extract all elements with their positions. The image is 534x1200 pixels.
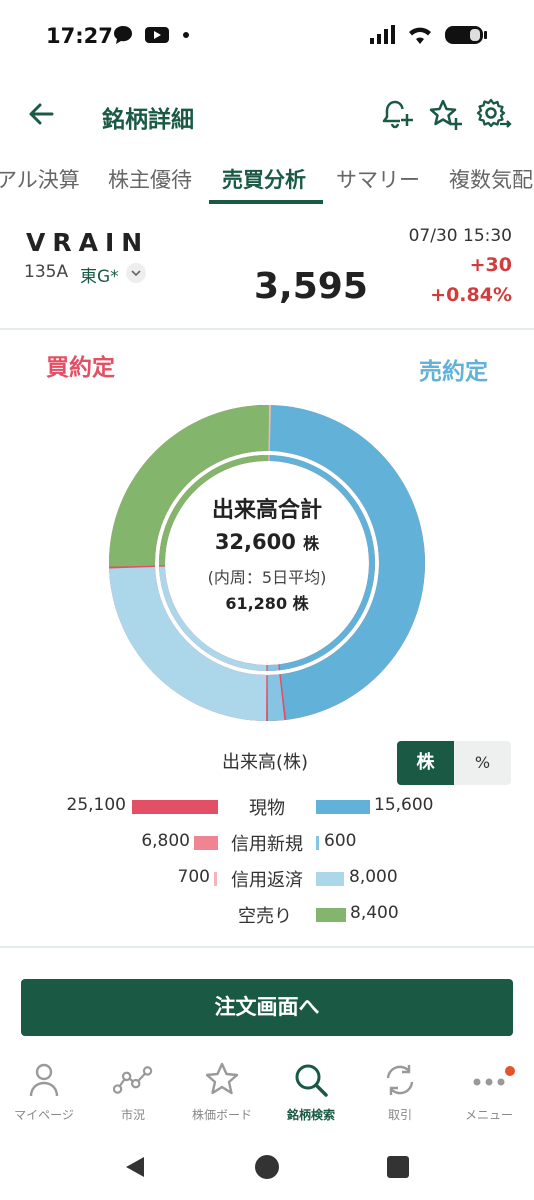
app-header: 銘柄詳細 (0, 90, 534, 140)
nav-label: 株価ボード (191, 1108, 252, 1122)
system-navigation-bar (0, 1138, 534, 1200)
bottom-navigation: マイページ 市況 株価ボード 銘柄検索 取引 メニュー (0, 1052, 534, 1136)
add-alert-bell-icon[interactable] (378, 96, 416, 134)
price-change-percent: +0.84% (430, 284, 512, 306)
donut-subtitle: (内周：5日平均) (207, 568, 327, 587)
buy-title: 買約定 (46, 355, 115, 381)
nav-label: 取引 (387, 1108, 412, 1122)
order-screen-button[interactable]: 注文画面へ (21, 979, 513, 1036)
stock-info: VRAIN 135A 東G* 3,595 07/30 15:30 +30 +0.… (0, 216, 534, 328)
market-selector[interactable]: 東G* (80, 262, 119, 287)
donut-total: 32,600 株 (0, 530, 534, 554)
average-value: 61,280 (225, 594, 288, 613)
nav-label: メニュー (464, 1108, 513, 1122)
donut-average: 61,280 株 (0, 590, 534, 614)
signal-icon (370, 25, 395, 44)
tab-earnings[interactable]: アル決算 (0, 164, 80, 194)
nav-market[interactable]: 市況 (89, 1060, 177, 1123)
market-chart-icon (113, 1066, 153, 1094)
status-bar: 17:27 (0, 0, 534, 76)
legend-sell-value: 15,600 (374, 795, 434, 815)
nav-mypage[interactable]: マイページ (0, 1060, 88, 1123)
sell-title: 売約定 (419, 359, 488, 385)
dot-icon (183, 32, 189, 38)
volume-donut-chart (109, 405, 425, 721)
home-circle-icon[interactable] (254, 1154, 280, 1180)
person-icon (29, 1063, 59, 1097)
total-unit: 株 (303, 534, 320, 553)
toggle-percent[interactable]: % (454, 741, 511, 785)
active-tab-indicator (209, 200, 323, 204)
legend-sell-bar (316, 800, 370, 814)
legend-sell-value: 8,400 (350, 903, 399, 923)
chevron-down-icon[interactable] (126, 263, 146, 283)
tab-trade-analysis[interactable]: 売買分析 (222, 164, 306, 194)
nav-menu[interactable]: メニュー (445, 1060, 533, 1123)
more-dots-icon (473, 1078, 505, 1086)
status-time: 17:27 (46, 24, 113, 48)
nav-stock-search[interactable]: 銘柄検索 (267, 1060, 355, 1123)
legend-name: 空売り (238, 906, 292, 927)
unit-toggle: 株 % (397, 741, 511, 785)
back-arrow-icon[interactable] (22, 94, 62, 134)
search-icon (295, 1064, 328, 1097)
donut-inner-sell-segment (267, 664, 279, 671)
stock-price: 3,595 (254, 266, 368, 307)
tab-summary[interactable]: サマリー (336, 164, 420, 194)
legend-row: 700 信用返済 8,000 (0, 866, 534, 894)
legend-name: 信用返済 (231, 870, 303, 891)
tab-bar: アル決算 株主優待 売買分析 サマリー 複数気配 (0, 158, 534, 204)
legend-name: 現物 (249, 798, 285, 819)
total-value: 32,600 (214, 530, 296, 554)
battery-icon (445, 26, 487, 44)
stock-code: 135A (24, 262, 69, 282)
nav-stock-board[interactable]: 株価ボード (178, 1060, 266, 1123)
tab-shareholder-benefits[interactable]: 株主優待 (108, 164, 192, 194)
add-favorite-star-icon[interactable] (426, 96, 464, 134)
legend-row: 25,100 現物 15,600 (0, 794, 534, 822)
toggle-shares[interactable]: 株 (397, 741, 454, 785)
page-title: 銘柄詳細 (102, 107, 194, 133)
legend-sell-bar (316, 836, 319, 850)
nav-label: 市況 (120, 1108, 145, 1122)
legend-sell-value: 8,000 (349, 867, 398, 887)
tab-multi-quotes[interactable]: 複数気配 (449, 164, 533, 194)
settings-gear-icon[interactable] (474, 96, 512, 134)
quote-datetime: 07/30 15:30 (408, 226, 512, 246)
legend-sell-bar (316, 908, 346, 922)
recents-square-icon[interactable] (386, 1155, 410, 1179)
notification-badge (505, 1066, 515, 1076)
legend-sell-bar (316, 872, 344, 886)
chat-bubble-icon (114, 26, 132, 44)
wifi-icon (409, 27, 431, 44)
volume-label: 出来高(株) (222, 752, 309, 773)
legend-row: 空売り 8,400 (0, 902, 534, 930)
donut-center-title: 出来高合計 (211, 498, 322, 523)
nav-label: 銘柄検索 (286, 1108, 335, 1122)
refresh-icon (386, 1065, 414, 1095)
average-unit: 株 (292, 594, 309, 613)
nav-trade[interactable]: 取引 (356, 1060, 444, 1123)
stock-name: VRAIN (26, 228, 150, 257)
youtube-icon (145, 27, 169, 43)
nav-label: マイページ (14, 1108, 74, 1122)
legend-row: 6,800 信用新規 600 (0, 830, 534, 858)
legend-name: 信用新規 (231, 834, 303, 855)
donut-sell-segment (269, 405, 425, 720)
legend-sell-value: 600 (324, 831, 357, 851)
price-change: +30 (469, 254, 512, 276)
star-icon (205, 1062, 239, 1095)
back-triangle-icon[interactable] (122, 1154, 148, 1180)
